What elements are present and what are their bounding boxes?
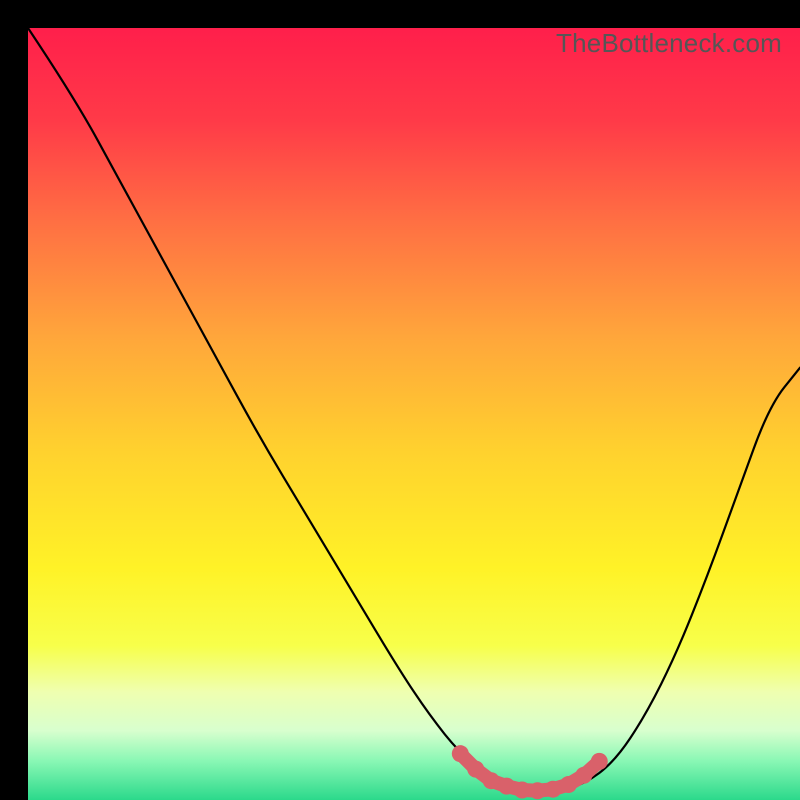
optimal-range-markers (28, 28, 800, 800)
plot-area: TheBottleneck.com (28, 28, 800, 800)
watermark-text: TheBottleneck.com (556, 28, 782, 59)
chart-frame: TheBottleneck.com (0, 0, 800, 800)
